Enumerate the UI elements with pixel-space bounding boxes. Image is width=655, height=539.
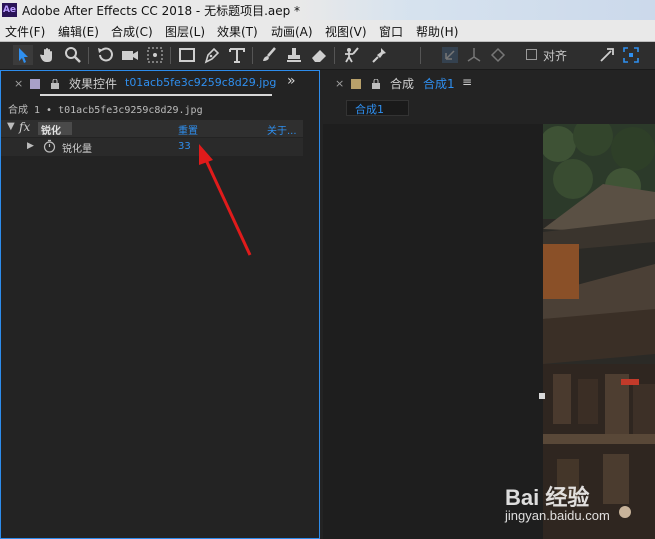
view-axis-mode-icon[interactable] [488, 45, 508, 65]
camera-tool-icon[interactable] [120, 45, 140, 65]
lock-icon[interactable] [372, 78, 380, 89]
toolbar-divider [170, 47, 171, 64]
toolbar-divider [420, 47, 421, 64]
background-browser-tabs [300, 0, 655, 20]
hand-tool-icon[interactable] [38, 45, 58, 65]
align-checkbox[interactable] [526, 49, 537, 60]
reset-link[interactable]: 重置 [178, 122, 198, 137]
menu-animation[interactable]: 动画(A) [271, 23, 313, 40]
composition-navigator-tab[interactable]: 合成1 [346, 100, 409, 116]
pen-tool-icon[interactable] [202, 45, 222, 65]
world-axis-mode-icon[interactable] [464, 45, 484, 65]
menu-window[interactable]: 窗口 [379, 23, 403, 40]
menu-layer[interactable]: 图层(L) [165, 23, 205, 40]
panel-menu-icon[interactable]: » [287, 73, 296, 89]
viewer-resize-handle[interactable] [539, 393, 545, 399]
brush-tool-icon[interactable] [259, 45, 279, 65]
after-effects-app-icon: Ae [2, 3, 17, 17]
composition-footage-image [543, 124, 655, 539]
zoom-tool-icon[interactable] [63, 45, 83, 65]
effect-controls-tab-label: 效果控件 [69, 77, 118, 91]
effect-controls-breadcrumb: 合成 1 • t01acb5fe3c9259c8d29.jpg [8, 105, 203, 116]
type-tool-icon[interactable] [227, 45, 247, 65]
param-row-sharpen-amount[interactable]: ▶ 锐化量 33 [1, 138, 303, 156]
snapping-icon[interactable] [597, 45, 617, 65]
menu-composition[interactable]: 合成(C) [111, 23, 153, 40]
tools-panel: 对齐 [0, 42, 655, 70]
sharpen-amount-value[interactable]: 33 [178, 141, 191, 152]
composition-navigator-label: 合成1 [355, 103, 384, 116]
watermark-url: jingyan.baidu.com [505, 508, 610, 523]
align-label: 对齐 [543, 49, 568, 63]
puppet-pin-tool-icon[interactable] [370, 45, 390, 65]
effect-row-sharpen[interactable]: ▼ fx 锐化 重置 关于... [1, 120, 303, 137]
rotate-tool-icon[interactable] [95, 45, 115, 65]
composition-tab-name[interactable]: 合成1 [423, 75, 455, 92]
toolbar-divider [88, 47, 89, 64]
about-link[interactable]: 关于... [267, 122, 297, 137]
panel-color-swatch [30, 79, 40, 89]
close-icon[interactable]: × [335, 77, 344, 90]
composition-tab-label: 合成 [390, 77, 415, 91]
effect-name[interactable]: 锐化 [41, 122, 61, 137]
menu-effect[interactable]: 效果(T) [217, 23, 258, 40]
expand-triangle-icon[interactable]: ▶ [27, 141, 34, 151]
selection-tool-icon[interactable] [13, 45, 33, 65]
active-tab-underline [40, 94, 272, 96]
roto-brush-tool-icon[interactable] [341, 45, 361, 65]
close-icon[interactable]: × [14, 77, 23, 90]
snap-target-icon[interactable] [621, 45, 641, 65]
menu-file[interactable]: 文件(F) [5, 23, 45, 40]
lock-icon[interactable] [51, 78, 59, 89]
pan-behind-tool-icon[interactable] [145, 45, 165, 65]
panel-menu-icon[interactable]: ≡ [462, 75, 472, 89]
panel-color-swatch [351, 79, 361, 89]
baidu-jingyan-watermark: Bai 经验 jingyan.baidu.com [505, 480, 655, 536]
window-title: Adobe After Effects CC 2018 - 无标题项目.aep … [22, 4, 301, 18]
param-label: 锐化量 [62, 144, 92, 155]
eraser-tool-icon[interactable] [309, 45, 329, 65]
effect-controls-layer-name[interactable]: t01acb5fe3c9259c8d29.jpg [125, 76, 276, 89]
stopwatch-icon[interactable] [43, 139, 56, 156]
menu-edit[interactable]: 编辑(E) [58, 23, 99, 40]
fx-toggle-icon[interactable]: fx [19, 120, 30, 134]
clone-stamp-tool-icon[interactable] [284, 45, 304, 65]
local-axis-mode-icon[interactable] [440, 45, 460, 65]
menu-bar: 文件(F) 编辑(E) 合成(C) 图层(L) 效果(T) 动画(A) 视图(V… [0, 20, 655, 42]
toolbar-divider [252, 47, 253, 64]
menu-help[interactable]: 帮助(H) [416, 23, 458, 40]
menu-view[interactable]: 视图(V) [325, 23, 367, 40]
rectangle-tool-icon[interactable] [177, 45, 197, 65]
toolbar-divider [334, 47, 335, 64]
expand-triangle-icon[interactable]: ▼ [7, 121, 15, 132]
